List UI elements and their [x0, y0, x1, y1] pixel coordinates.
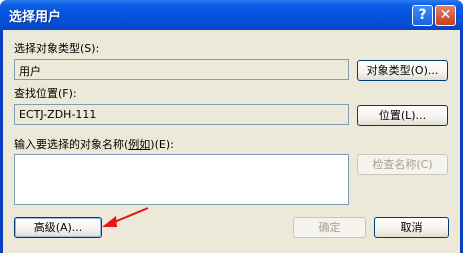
- annotation-arrow: [102, 207, 149, 227]
- select-users-dialog: 选择用户 ? ✕ 选择对象类型(S): 用户 对象类型(O)... 查找位置(F…: [0, 0, 463, 253]
